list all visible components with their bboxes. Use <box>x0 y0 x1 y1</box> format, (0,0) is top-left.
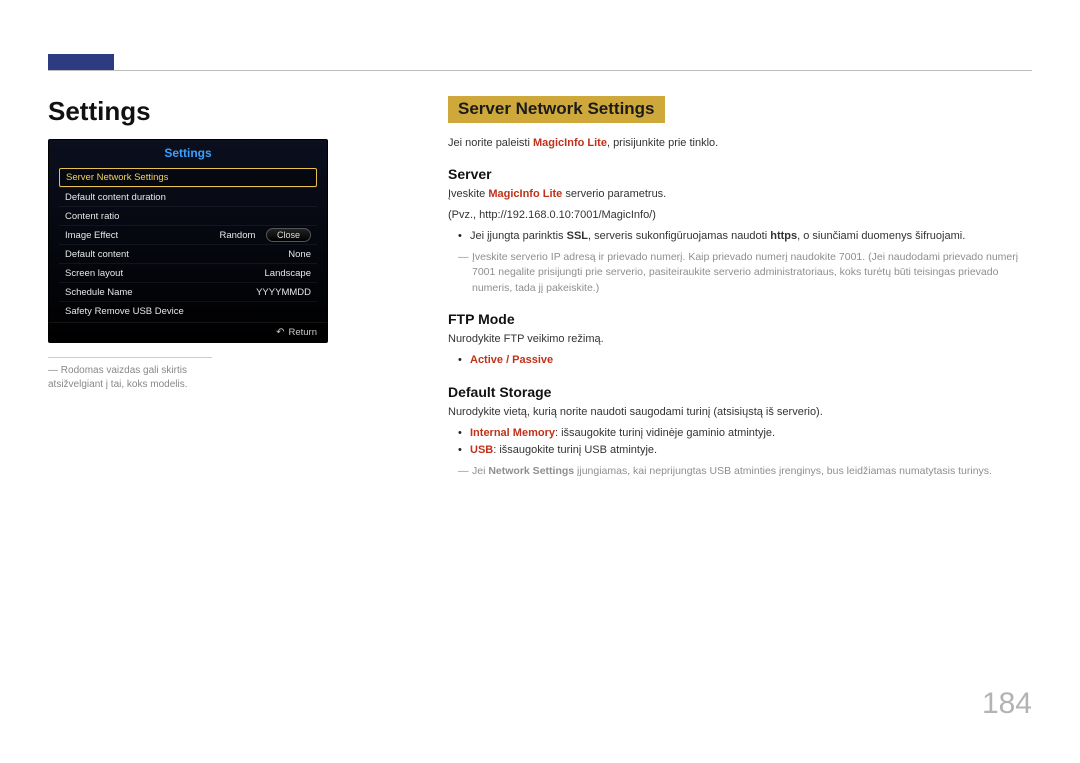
text: Jei įjungta parinktis <box>470 230 567 242</box>
osd-footer: ↶ Return <box>49 322 327 342</box>
ssl-bullet: Jei įjungta parinktis SSL, serveris suko… <box>458 228 1032 246</box>
osd-menu-list: Server Network Settings Default content … <box>49 164 327 322</box>
ftp-bullets: Active / Passive <box>458 352 1032 370</box>
text: Įveskite <box>448 188 488 200</box>
osd-row-default-content[interactable]: Default content None <box>59 244 317 263</box>
server-bullets: Jei įjungta parinktis SSL, serveris suko… <box>458 228 1032 246</box>
storage-line-1: Nurodykite vietą, kurią norite naudoti s… <box>448 404 1032 421</box>
server-line-1: Įveskite MagicInfo Lite serverio paramet… <box>448 186 1032 203</box>
ssl: SSL <box>567 230 588 242</box>
text: , o siunčiami duomenys šifruojami. <box>797 230 965 242</box>
model-may-vary-note: Rodomas vaizdas gali skirtis atsižvelgia… <box>48 357 212 392</box>
usb: USB <box>470 444 493 456</box>
text: : išsaugokite turinį vidinėje gaminio at… <box>555 427 775 439</box>
text: įjungiamas, kai neprijungtas USB atminti… <box>574 465 992 477</box>
internal-memory-bullet: Internal Memory: išsaugokite turinį vidi… <box>458 425 1032 443</box>
magicinfo-lite: MagicInfo Lite <box>533 137 607 149</box>
intro-paragraph: Jei norite paleisti MagicInfo Lite, pris… <box>448 135 1032 152</box>
return-icon: ↶ <box>276 327 284 338</box>
osd-row-label: Image Effect <box>65 230 118 241</box>
https: https <box>770 230 797 242</box>
page-body: Settings Settings Server Network Setting… <box>48 96 1032 715</box>
usb-bullet: USB: išsaugokite turinį USB atmintyje. <box>458 442 1032 460</box>
osd-row-label: Default content duration <box>65 192 166 203</box>
storage-subhead: Default Storage <box>448 384 1032 400</box>
storage-footnote: Jei Network Settings įjungiamas, kai nep… <box>458 464 1032 480</box>
server-line-2: (Pvz., http://192.168.0.10:7001/MagicInf… <box>448 207 1032 224</box>
osd-row-label: Schedule Name <box>65 287 133 298</box>
ftp-mode-bullet: Active / Passive <box>458 352 1032 370</box>
osd-row-value: None <box>288 249 311 260</box>
osd-row-content-ratio[interactable]: Content ratio <box>59 206 317 225</box>
text: , serveris sukonfigūruojamas naudoti <box>588 230 770 242</box>
osd-row-label: Server Network Settings <box>66 172 168 183</box>
return-label: Return <box>288 327 317 338</box>
osd-row-label: Default content <box>65 249 129 260</box>
magicinfo-lite: MagicInfo Lite <box>488 188 562 200</box>
osd-screenshot: Settings Server Network Settings Default… <box>48 139 328 343</box>
network-settings: Network Settings <box>488 465 574 477</box>
osd-row-safety-remove-usb[interactable]: Safety Remove USB Device <box>59 301 317 320</box>
osd-row-label: Screen layout <box>65 268 123 279</box>
osd-row-value: Landscape <box>265 268 311 279</box>
section-heading: Server Network Settings <box>448 96 665 123</box>
right-column: Server Network Settings Jei norite palei… <box>448 96 1032 480</box>
osd-row-label: Safety Remove USB Device <box>65 306 184 317</box>
internal-memory: Internal Memory <box>470 427 555 439</box>
text: , prisijunkite prie tinklo. <box>607 137 718 149</box>
server-footnote: Įveskite serverio IP adresą ir prievado … <box>458 250 1032 297</box>
text: : išsaugokite turinį USB atmintyje. <box>493 444 657 456</box>
close-button[interactable]: Close <box>266 228 311 242</box>
osd-row-screen-layout[interactable]: Screen layout Landscape <box>59 263 317 282</box>
page-title: Settings <box>48 96 388 127</box>
text: serverio parametrus. <box>562 188 666 200</box>
osd-title: Settings <box>49 140 327 164</box>
active-section-tab <box>48 54 114 70</box>
left-column: Settings Settings Server Network Setting… <box>48 96 388 392</box>
osd-row-value-wrap: Random Close <box>220 228 312 242</box>
osd-row-value: Random <box>220 230 256 241</box>
osd-row-server-network-settings[interactable]: Server Network Settings <box>59 168 317 187</box>
page-number: 184 <box>982 687 1032 721</box>
osd-row-schedule-name[interactable]: Schedule Name YYYYMMDD <box>59 282 317 301</box>
active-passive: Active / Passive <box>470 354 553 366</box>
top-rule <box>0 54 1080 74</box>
ftp-subhead: FTP Mode <box>448 311 1032 327</box>
osd-row-image-effect[interactable]: Image Effect Random Close <box>59 225 317 244</box>
osd-row-default-content-duration[interactable]: Default content duration <box>59 187 317 206</box>
osd-row-value: YYYYMMDD <box>256 287 311 298</box>
osd-row-label: Content ratio <box>65 211 119 222</box>
storage-bullets: Internal Memory: išsaugokite turinį vidi… <box>458 425 1032 460</box>
server-subhead: Server <box>448 166 1032 182</box>
text: Jei norite paleisti <box>448 137 533 149</box>
text: Jei <box>472 465 488 477</box>
ftp-line-1: Nurodykite FTP veikimo režimą. <box>448 331 1032 348</box>
